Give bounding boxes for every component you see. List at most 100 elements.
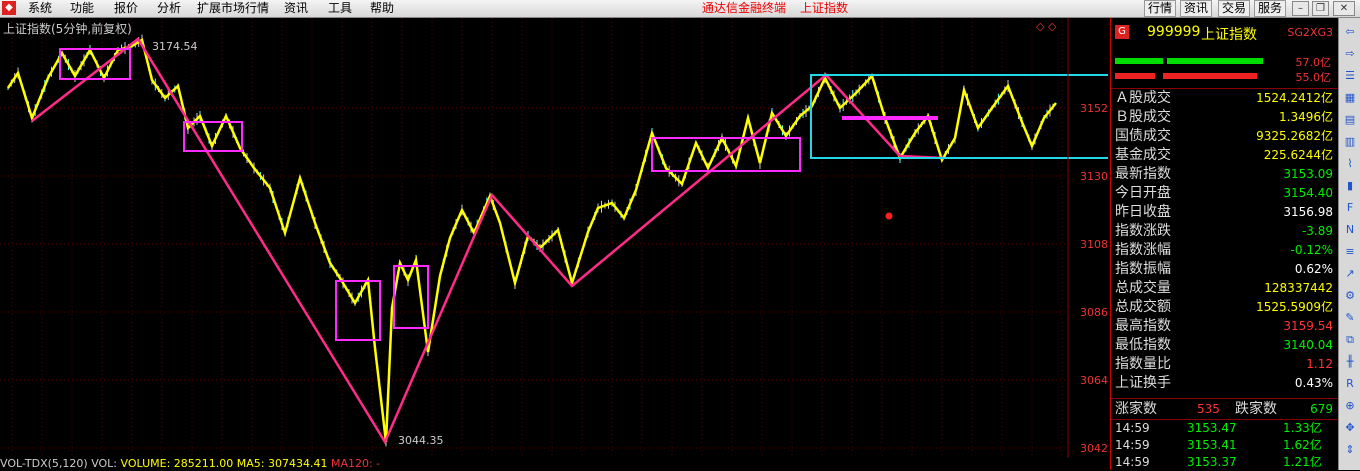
tick-amount: 1.62亿	[1283, 438, 1322, 452]
consolidation-boxes	[59, 48, 1108, 341]
trade-button[interactable]: 交易	[1218, 0, 1251, 17]
stats-row: 基金成交 225.6244亿	[1111, 146, 1339, 165]
draw-icon[interactable]: ✎	[1342, 310, 1358, 326]
stats-row: 最低指数 3140.04	[1111, 336, 1339, 355]
chart-corner-icon[interactable]: ◇ ◇	[1036, 20, 1056, 33]
column-icon[interactable]: ▥	[1342, 134, 1358, 150]
stats-row: 总成交量 128337442	[1111, 279, 1339, 298]
stock-badge: G	[1115, 25, 1129, 39]
stats-label: 指数涨幅	[1115, 242, 1171, 258]
stats-value: 3154.40	[1283, 186, 1333, 200]
fund-icon[interactable]: F	[1342, 200, 1358, 216]
stats-label: 总成交额	[1115, 299, 1171, 315]
stats-label: 今日开盘	[1115, 185, 1171, 201]
service-button[interactable]: 服务	[1254, 0, 1287, 17]
stats-label: 昨日收盘	[1115, 204, 1171, 220]
high-annotation: 3174.54	[152, 40, 198, 53]
settings-icon[interactable]: ⚙	[1342, 288, 1358, 304]
stats-value: 1.3496亿	[1279, 110, 1333, 124]
restore-icon[interactable]: ❐	[1312, 1, 1329, 16]
multi-chart-icon[interactable]: ⧉	[1342, 332, 1358, 348]
y-tick-label: 3152	[1080, 102, 1108, 115]
tick-row: 14:59 3153.47 1.33亿	[1111, 420, 1339, 437]
grid-icon[interactable]: ▦	[1342, 90, 1358, 106]
tick-amount: 1.21亿	[1283, 455, 1322, 469]
stats-label: 基金成交	[1115, 147, 1171, 163]
app-logo-icon: ◆	[2, 1, 16, 15]
menu-news[interactable]: 资讯	[284, 0, 308, 17]
move-icon[interactable]: ✥	[1342, 420, 1358, 436]
indicator-name: VOL-TDX(5,120)	[0, 457, 88, 470]
advance-decline: 涨家数 535 跌家数 679	[1111, 398, 1339, 419]
stats-row: 昨日收盘 3156.98	[1111, 203, 1339, 222]
stats-label: 指数振幅	[1115, 261, 1171, 277]
table-icon[interactable]: ▤	[1342, 112, 1358, 128]
stats-label: 国债成交	[1115, 128, 1171, 144]
signal-dot	[885, 212, 893, 220]
menu-function[interactable]: 功能	[70, 0, 94, 17]
menu-tools[interactable]: 工具	[328, 0, 352, 17]
bar-green-long	[1167, 58, 1263, 64]
list-icon[interactable]: ☰	[1342, 68, 1358, 84]
down-count: 679	[1310, 402, 1333, 416]
close-icon[interactable]: ✕	[1333, 1, 1355, 16]
stats-label: 最新指数	[1115, 166, 1171, 182]
tick-time: 14:59	[1115, 421, 1150, 435]
stats-value: -3.89	[1301, 224, 1333, 238]
stats-table: Ａ股成交 1524.2412亿 Ｂ股成交 1.3496亿 国债成交 9325.2682亿基…	[1111, 88, 1339, 393]
stats-row: 总成交额 1525.5909亿	[1111, 298, 1339, 317]
tick-time: 14:59	[1115, 438, 1150, 452]
indicator-ma5: MA5: 307434.41	[236, 457, 328, 470]
market-button[interactable]: 行情	[1144, 0, 1177, 17]
stats-label: 最高指数	[1115, 318, 1171, 334]
stats-label: Ａ股成交	[1115, 90, 1171, 106]
news-icon[interactable]: N	[1342, 222, 1358, 238]
bar1-value: 57.0亿	[1295, 56, 1332, 69]
buy-volume-bar: 57.0亿	[1111, 54, 1339, 69]
price-chart[interactable]	[0, 18, 1108, 458]
menu-system[interactable]: 系统	[28, 0, 52, 17]
arrow-left-icon[interactable]: ⇦	[1342, 24, 1358, 40]
bar-red-short	[1115, 73, 1155, 79]
y-tick-label: 3108	[1080, 238, 1108, 251]
news-button[interactable]: 资讯	[1180, 0, 1213, 17]
scroll-icon[interactable]: ⇕	[1342, 442, 1358, 458]
chart-line-icon[interactable]: ⌇	[1342, 156, 1358, 172]
rsi-icon[interactable]: R	[1342, 376, 1358, 392]
menu-analysis[interactable]: 分析	[157, 0, 181, 17]
stats-label: Ｂ股成交	[1115, 109, 1171, 125]
stats-row: 最高指数 3159.54	[1111, 317, 1339, 336]
kline-icon[interactable]: ╫	[1342, 354, 1358, 370]
stats-value: 1.12	[1306, 357, 1333, 371]
stock-name: 上证指数	[1201, 27, 1257, 43]
down-count-label: 跌家数	[1235, 401, 1277, 417]
tick-row: 14:59 3153.41 1.62亿	[1111, 437, 1339, 454]
stats-row: Ａ股成交 1524.2412亿	[1111, 89, 1339, 108]
arrow-right-icon[interactable]: ⇨	[1342, 46, 1358, 62]
indicator-vol-label: VOL:	[91, 457, 118, 470]
zoom-in-icon[interactable]: ⊕	[1342, 398, 1358, 414]
menu-help[interactable]: 帮助	[370, 0, 394, 17]
stats-label: 最低指数	[1115, 337, 1171, 353]
stock-code: 999999	[1147, 24, 1201, 40]
bar2-value: 55.0亿	[1295, 71, 1332, 84]
stats-value: 0.43%	[1294, 376, 1333, 390]
indicator-bar[interactable]: VOL-TDX(5,120) VOL: VOLUME: 285211.00 MA…	[0, 458, 1108, 470]
stats-label: 上证换手	[1115, 375, 1171, 391]
right-toolbar: ⇦ ⇨ ☰ ▦ ▤ ▥ ⌇ ▮ F N ≡ ↗ ⚙ ✎ ⧉ ╫ R ⊕ ✥ ⇕	[1338, 18, 1360, 470]
tick-price: 3153.47	[1187, 421, 1237, 435]
low-annotation: 3044.35	[398, 434, 444, 447]
menu-quote[interactable]: 报价	[114, 0, 138, 17]
compare-icon[interactable]: ≡	[1342, 244, 1358, 260]
stats-row: 指数涨跌 -3.89	[1111, 222, 1339, 241]
chart-title: 上证指数(5分钟,前复权)	[3, 22, 132, 36]
indicator-ma120: MA120: -	[330, 457, 381, 470]
menu-extended-market[interactable]: 扩展市场行情	[197, 0, 269, 17]
indicator-icon[interactable]: ↗	[1342, 266, 1358, 282]
sell-volume-bar: 55.0亿	[1111, 69, 1339, 84]
indicator-volume: VOLUME: 285211.00	[120, 457, 234, 470]
stats-value: -0.12%	[1290, 243, 1333, 257]
y-tick-label: 3064	[1080, 374, 1108, 387]
minimize-icon[interactable]: –	[1292, 1, 1309, 16]
bar-chart-icon[interactable]: ▮	[1342, 178, 1358, 194]
